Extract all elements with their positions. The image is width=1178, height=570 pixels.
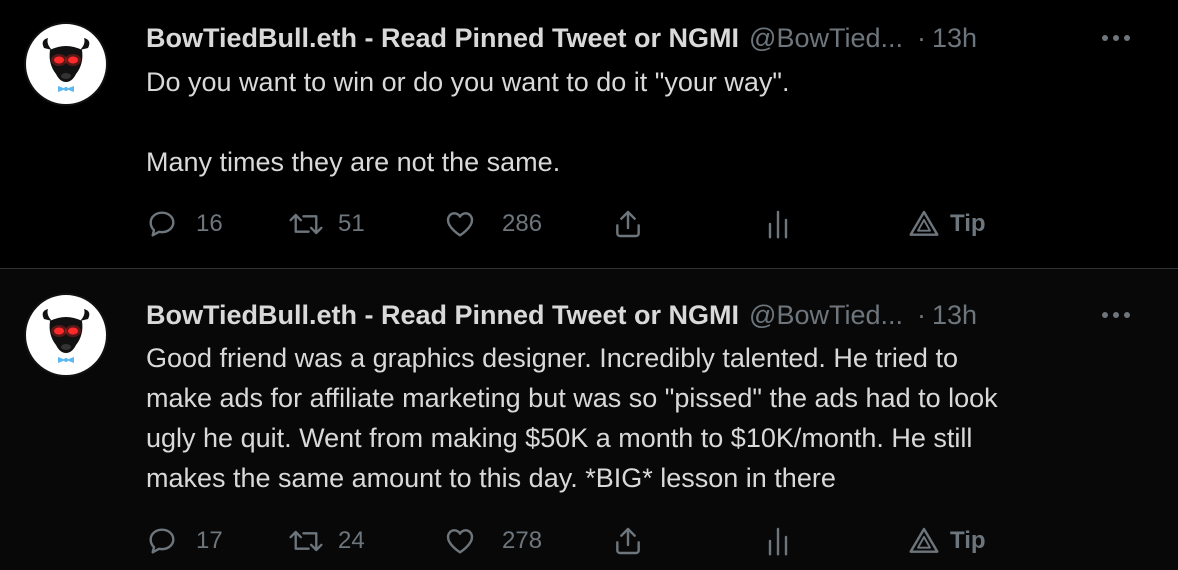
like-count: 286	[502, 210, 543, 237]
tip-icon	[909, 210, 939, 236]
tip-icon	[909, 527, 939, 553]
share-icon	[616, 210, 640, 238]
tip-button[interactable]: Tip	[908, 204, 986, 244]
more-icon[interactable]	[1096, 298, 1136, 332]
share-button[interactable]	[612, 204, 644, 244]
tweet-header: BowTiedBull.eth - Read Pinned Tweet or N…	[146, 298, 1158, 332]
tip-label: Tip	[950, 210, 986, 237]
analytics-icon	[768, 210, 788, 239]
retweet-count: 24	[338, 527, 365, 554]
separator-dot: ·	[917, 299, 927, 330]
like-button[interactable]: 278	[444, 521, 542, 561]
retweet-button[interactable]: 51	[288, 204, 365, 244]
retweet-icon	[289, 213, 323, 235]
tweet[interactable]: BowTiedBull.eth - Read Pinned Tweet or N…	[0, 269, 1178, 570]
reply-button[interactable]: 16	[146, 204, 223, 244]
separator-dot: ·	[917, 22, 927, 53]
tip-label: Tip	[950, 527, 986, 554]
more-icon[interactable]	[1096, 21, 1136, 55]
analytics-button[interactable]	[766, 204, 790, 244]
timestamp[interactable]: 13h	[932, 300, 977, 331]
retweet-count: 51	[338, 210, 365, 237]
retweet-icon	[289, 530, 323, 552]
analytics-icon	[768, 527, 788, 556]
avatar[interactable]	[24, 293, 108, 377]
bull-avatar-icon	[42, 38, 90, 92]
reply-icon	[149, 528, 175, 554]
reply-count: 16	[196, 210, 223, 237]
like-icon	[446, 529, 474, 554]
tweet-actions: 17 24 278 Tip	[146, 521, 1026, 561]
tweet-text: Do you want to win or do you want to do …	[146, 67, 790, 177]
tweet-header: BowTiedBull.eth - Read Pinned Tweet or N…	[146, 21, 1158, 55]
reply-button[interactable]: 17	[146, 521, 223, 561]
reply-icon	[149, 211, 175, 237]
bull-avatar-icon	[42, 309, 90, 363]
share-icon	[616, 527, 640, 555]
author-handle[interactable]: @BowTied...	[749, 23, 903, 54]
tweet[interactable]: BowTiedBull.eth - Read Pinned Tweet or N…	[0, 0, 1178, 268]
retweet-button[interactable]: 24	[288, 521, 365, 561]
author-name[interactable]: BowTiedBull.eth - Read Pinned Tweet or N…	[146, 300, 739, 331]
tweet-text: Good friend was a graphics designer. Inc…	[146, 343, 998, 493]
author-handle[interactable]: @BowTied...	[749, 300, 903, 331]
author-name[interactable]: BowTiedBull.eth - Read Pinned Tweet or N…	[146, 23, 739, 54]
like-count: 278	[502, 527, 543, 554]
analytics-button[interactable]	[766, 521, 790, 561]
avatar[interactable]	[24, 22, 108, 106]
like-icon	[446, 212, 474, 237]
share-button[interactable]	[612, 521, 644, 561]
like-button[interactable]: 286	[444, 204, 542, 244]
tip-button[interactable]: Tip	[908, 521, 986, 561]
tweet-actions: 16 51 286 Tip	[146, 204, 1026, 244]
timestamp[interactable]: 13h	[932, 23, 977, 54]
reply-count: 17	[196, 527, 223, 554]
